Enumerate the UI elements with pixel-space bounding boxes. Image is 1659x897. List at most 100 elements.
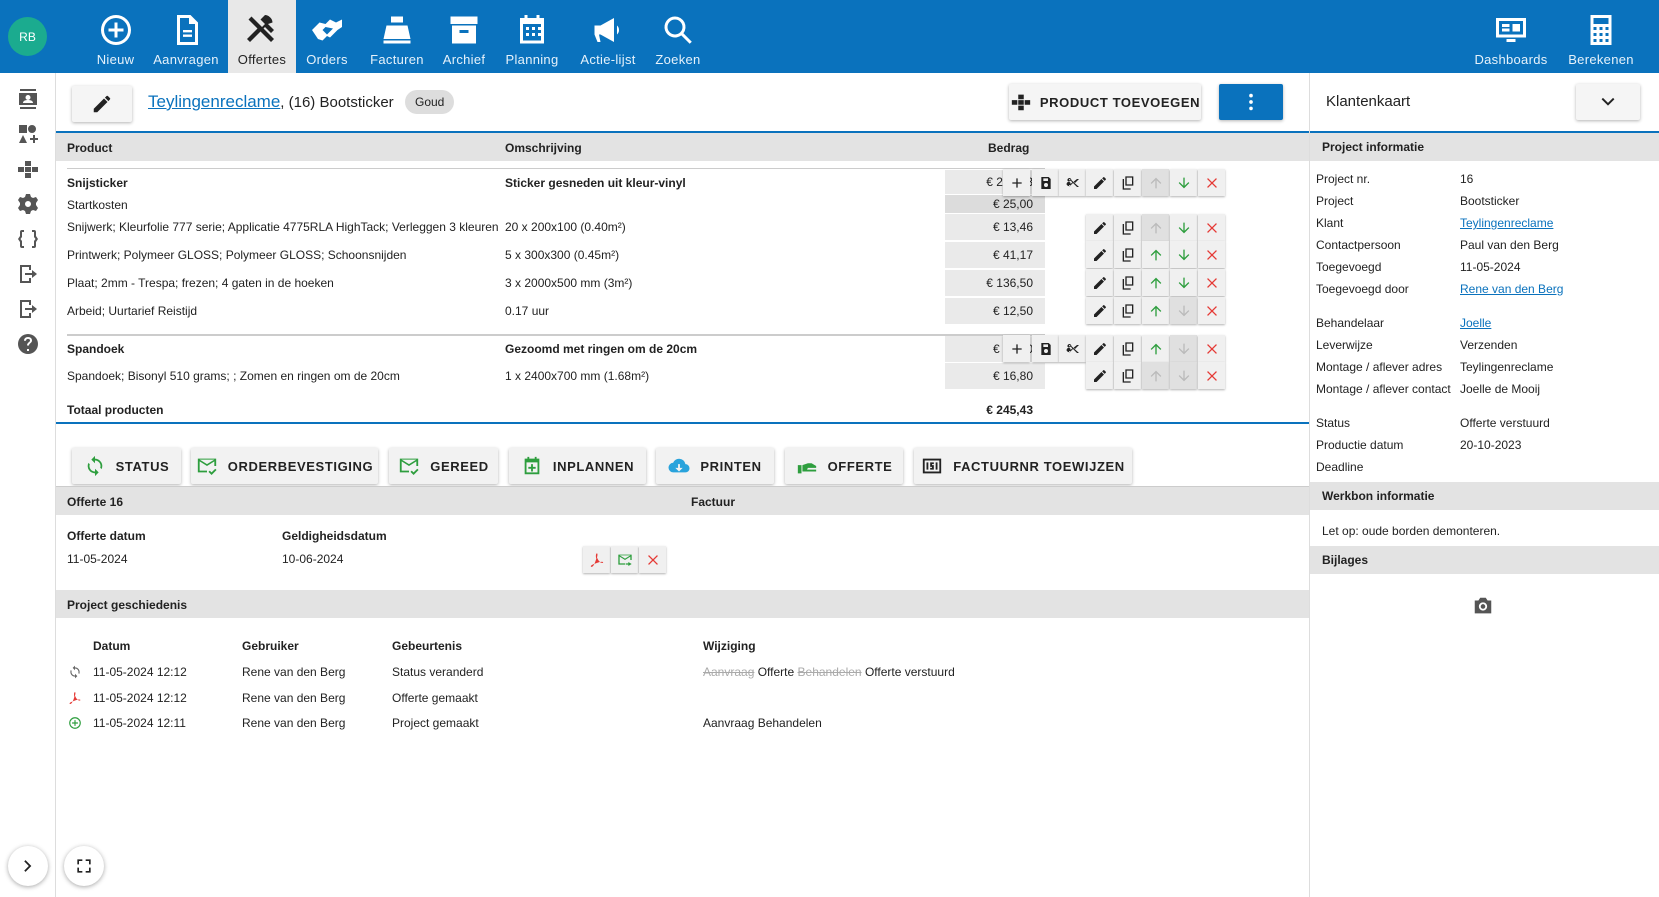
customer-link[interactable]: Teylingenreclame [148, 92, 280, 111]
sync-icon [70, 665, 80, 679]
arrow-up-button[interactable] [1142, 241, 1169, 268]
gear-icon[interactable] [16, 192, 40, 216]
quote-pdf-button[interactable] [583, 546, 610, 573]
logout-icon[interactable] [16, 297, 40, 321]
add-button[interactable] [1003, 335, 1030, 362]
arrow-up-icon [1150, 343, 1161, 354]
export-icon[interactable] [16, 262, 40, 286]
added-by-link[interactable]: Rene van den Berg [1460, 282, 1563, 296]
arrow-down-button[interactable] [1170, 214, 1197, 241]
pencil-button[interactable] [1086, 169, 1113, 196]
line-name: Printwerk; Polymeer GLOSS; Polymeer GLOS… [67, 248, 407, 262]
cloud-download-icon [668, 458, 690, 473]
shapes-icon[interactable] [16, 122, 40, 146]
quote-mail-button[interactable] [611, 546, 638, 573]
factuurnr-label: FACTUURNR TOEWIJZEN [953, 458, 1125, 474]
status-button[interactable]: STATUS [72, 448, 181, 484]
code-braces-icon[interactable] [16, 227, 40, 251]
history-date: 11-05-2024 12:11 [93, 716, 186, 730]
nav-label: Orders [306, 52, 348, 67]
handler-link[interactable]: Joelle [1460, 316, 1491, 330]
copy-button[interactable] [1114, 214, 1141, 241]
orderbevestiging-button[interactable]: ORDERBEVESTIGING [191, 448, 378, 484]
save-icon [1040, 342, 1051, 355]
nav-planning[interactable]: Planning [500, 0, 564, 73]
arrow-down-button[interactable] [1170, 241, 1197, 268]
edit-project-button[interactable] [72, 86, 132, 122]
sync-icon [87, 455, 102, 477]
nav-actie-lijst[interactable]: Actie-lijst [575, 0, 641, 73]
pencil-button[interactable] [1086, 241, 1113, 268]
copy-button[interactable] [1114, 169, 1141, 196]
arrow-up-button[interactable] [1142, 362, 1169, 389]
nav-zoeken[interactable]: Zoeken [650, 0, 706, 73]
field-value: Verzenden [1460, 338, 1518, 352]
factuurnr-toewijzen-button[interactable]: FACTUURNR TOEWIJZEN [914, 448, 1132, 484]
nav-aanvragen[interactable]: Aanvragen [148, 0, 224, 73]
collapse-panel-button[interactable] [1576, 84, 1640, 120]
quote-delete-button[interactable] [639, 546, 666, 573]
arrow-down-button[interactable] [1170, 362, 1197, 389]
close-button[interactable] [1198, 214, 1225, 241]
nav-orders[interactable]: Orders [300, 0, 354, 73]
inplannen-button[interactable]: INPLANNEN [509, 448, 646, 484]
nav-archief[interactable]: Archief [436, 0, 492, 73]
printen-button[interactable]: PRINTEN [656, 448, 774, 484]
pencil-button[interactable] [1086, 297, 1113, 324]
group-description: Sticker gesneden uit kleur-vinyl [505, 176, 686, 190]
pencil-button[interactable] [1086, 362, 1113, 389]
more-vert-icon [1249, 93, 1253, 111]
field-label: Montage / aflever adres [1316, 360, 1443, 374]
nav-facturen[interactable]: Facturen [364, 0, 430, 73]
customer-link[interactable]: Teylingenreclame [1460, 216, 1553, 230]
contacts-icon[interactable] [16, 87, 40, 111]
copy-button[interactable] [1114, 362, 1141, 389]
scissors-button[interactable] [1059, 169, 1086, 196]
save-button[interactable] [1032, 169, 1059, 196]
arrow-up-button[interactable] [1142, 214, 1169, 241]
save-button[interactable] [1032, 335, 1059, 362]
close-button[interactable] [1198, 241, 1225, 268]
arrow-down-button[interactable] [1170, 269, 1197, 296]
arrow-up-button[interactable] [1142, 169, 1169, 196]
user-avatar[interactable]: RB [8, 17, 47, 56]
add-button[interactable] [1003, 169, 1030, 196]
add-product-button[interactable]: PRODUCT TOEVOEGEN [1009, 84, 1201, 120]
calendar-icon [520, 15, 544, 44]
copy-button[interactable] [1114, 241, 1141, 268]
arrow-down-icon [1178, 277, 1189, 288]
nav-offertes[interactable]: Offertes [228, 0, 296, 73]
user-initials: RB [19, 29, 36, 44]
copy-button[interactable] [1114, 269, 1141, 296]
level-badge: Goud [405, 90, 455, 114]
offerte-button[interactable]: OFFERTE [785, 448, 903, 484]
calculator-icon [1590, 15, 1612, 45]
arrow-up-button[interactable] [1142, 297, 1169, 324]
close-button[interactable] [1198, 269, 1225, 296]
copy-button[interactable] [1114, 297, 1141, 324]
arrow-down-button[interactable] [1170, 335, 1197, 362]
camera-icon[interactable] [1472, 595, 1494, 617]
arrow-down-button[interactable] [1170, 297, 1197, 324]
close-button[interactable] [1198, 169, 1225, 196]
arrow-up-button[interactable] [1142, 335, 1169, 362]
more-options-button[interactable] [1219, 84, 1283, 120]
help-icon[interactable] [16, 332, 40, 356]
arrow-up-button[interactable] [1142, 269, 1169, 296]
copy-button[interactable] [1114, 335, 1141, 362]
scissors-button[interactable] [1059, 335, 1086, 362]
blocks-icon[interactable] [16, 157, 40, 181]
close-button[interactable] [1198, 362, 1225, 389]
arrow-down-button[interactable] [1170, 169, 1197, 196]
close-button[interactable] [1198, 335, 1225, 362]
pencil-button[interactable] [1086, 214, 1113, 241]
nav-berekenen[interactable]: Berekenen [1561, 0, 1641, 73]
pencil-button[interactable] [1086, 335, 1113, 362]
gereed-button[interactable]: GEREED [389, 448, 498, 484]
nav-dashboards[interactable]: Dashboards [1470, 0, 1552, 73]
nav-nieuw[interactable]: Nieuw [85, 0, 146, 73]
expand-sidebar-button[interactable] [8, 846, 48, 886]
close-button[interactable] [1198, 297, 1225, 324]
pencil-button[interactable] [1086, 269, 1113, 296]
amount: € 16,80 [945, 336, 1045, 362]
